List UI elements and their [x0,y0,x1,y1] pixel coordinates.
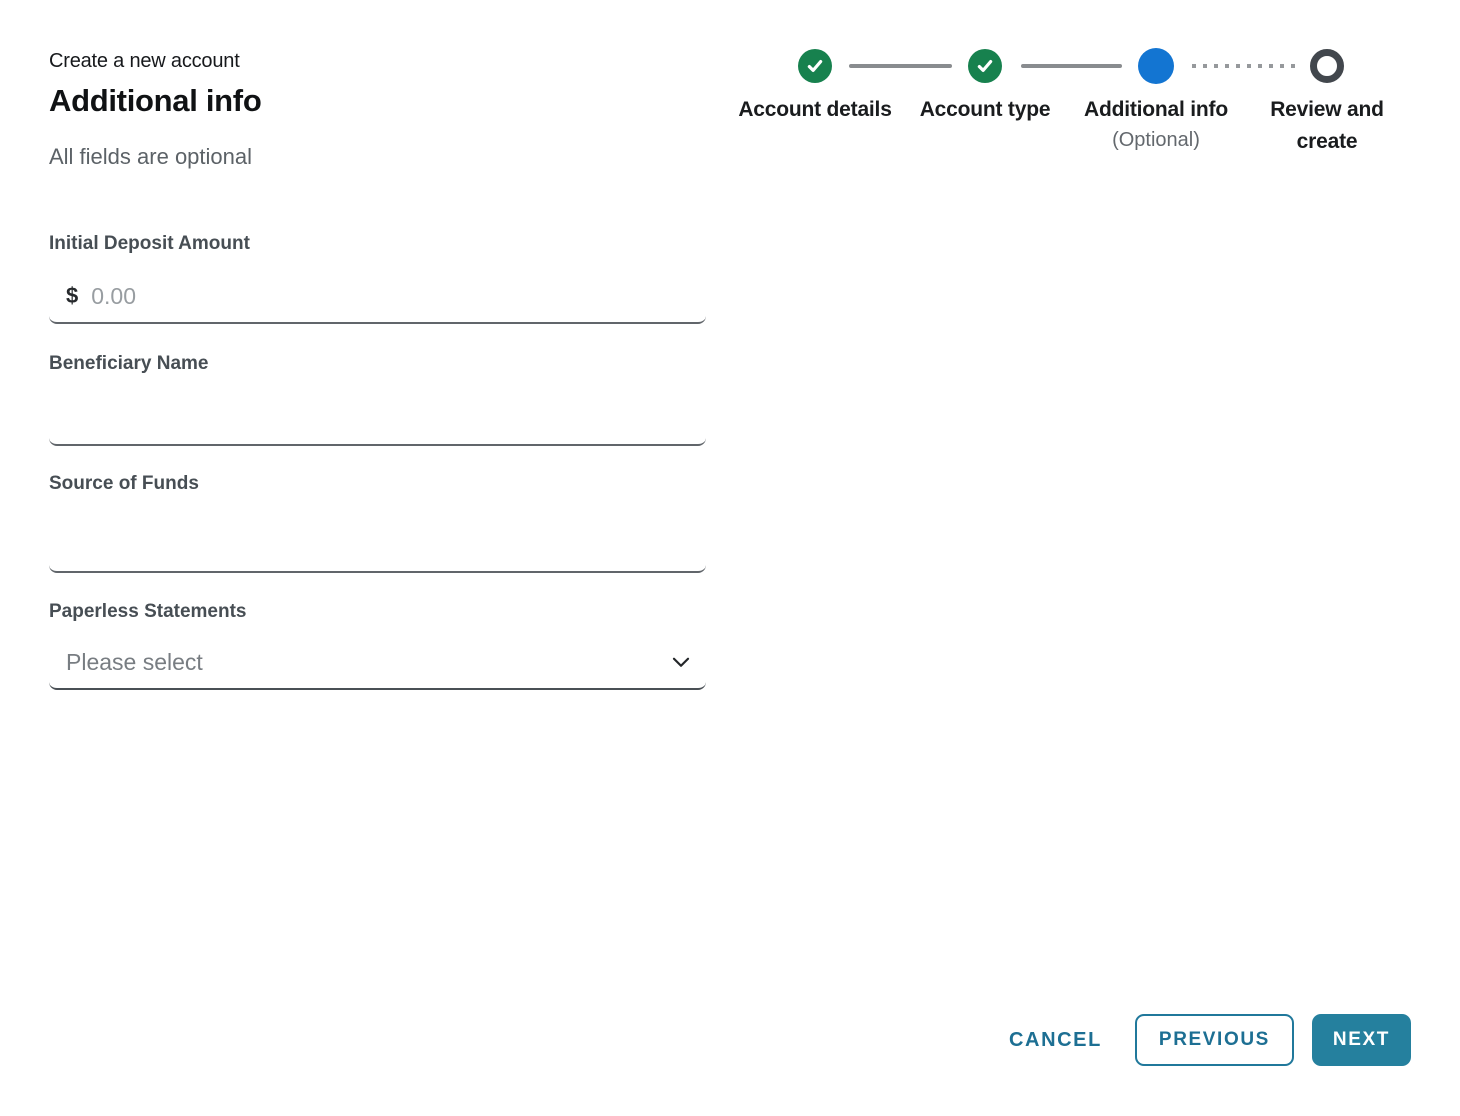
currency-prefix: $ [66,283,78,309]
initial-deposit-input-row: $ [49,270,706,324]
create-account-page: Create a new account Additional info All… [0,0,1460,1116]
step-label: Review and create [1242,94,1412,158]
field-label: Source of Funds [49,472,706,496]
step-sublabel: (Optional) [1071,126,1241,155]
select-value: Please select [66,649,203,676]
field-label: Paperless Statements [49,600,706,624]
step-label: Additional info [1071,94,1241,126]
cancel-button[interactable]: CANCEL [1009,1029,1102,1052]
check-icon[interactable] [968,49,1002,83]
step-account-details: Account details [730,48,900,126]
wizard-actions: CANCEL PREVIOUS NEXT [1009,1014,1411,1066]
beneficiary-name-input-row [49,392,706,446]
previous-button[interactable]: PREVIOUS [1135,1014,1294,1066]
current-step-icon [1138,48,1174,84]
field-source-of-funds: Source of Funds [49,472,706,573]
beneficiary-name-input[interactable] [66,405,692,432]
next-button[interactable]: NEXT [1312,1014,1411,1066]
step-label: Account details [730,94,900,126]
field-label: Initial Deposit Amount [49,232,706,256]
page-subtitle: All fields are optional [49,144,261,170]
stepper: Account details Account type Additional … [720,48,1436,198]
check-icon[interactable] [798,49,832,83]
step-account-type: Account type [900,48,1070,126]
step-additional-info: Additional info (Optional) [1071,48,1241,155]
step-label: Account type [900,94,1070,126]
page-title: Additional info [49,83,261,119]
initial-deposit-input[interactable] [91,283,692,310]
wizard-eyebrow: Create a new account [49,50,261,73]
field-label: Beneficiary Name [49,352,706,376]
step-review-and-create: Review and create [1242,48,1412,158]
upcoming-step-icon [1310,49,1344,83]
field-initial-deposit: Initial Deposit Amount $ [49,232,706,324]
page-header: Create a new account Additional info All… [49,50,261,170]
source-of-funds-input-row [49,519,706,573]
field-beneficiary-name: Beneficiary Name [49,352,706,446]
chevron-down-icon [668,649,694,675]
source-of-funds-input[interactable] [66,532,692,559]
paperless-statements-select[interactable]: Please select [49,636,706,690]
field-paperless-statements: Paperless Statements Please select [49,600,706,690]
